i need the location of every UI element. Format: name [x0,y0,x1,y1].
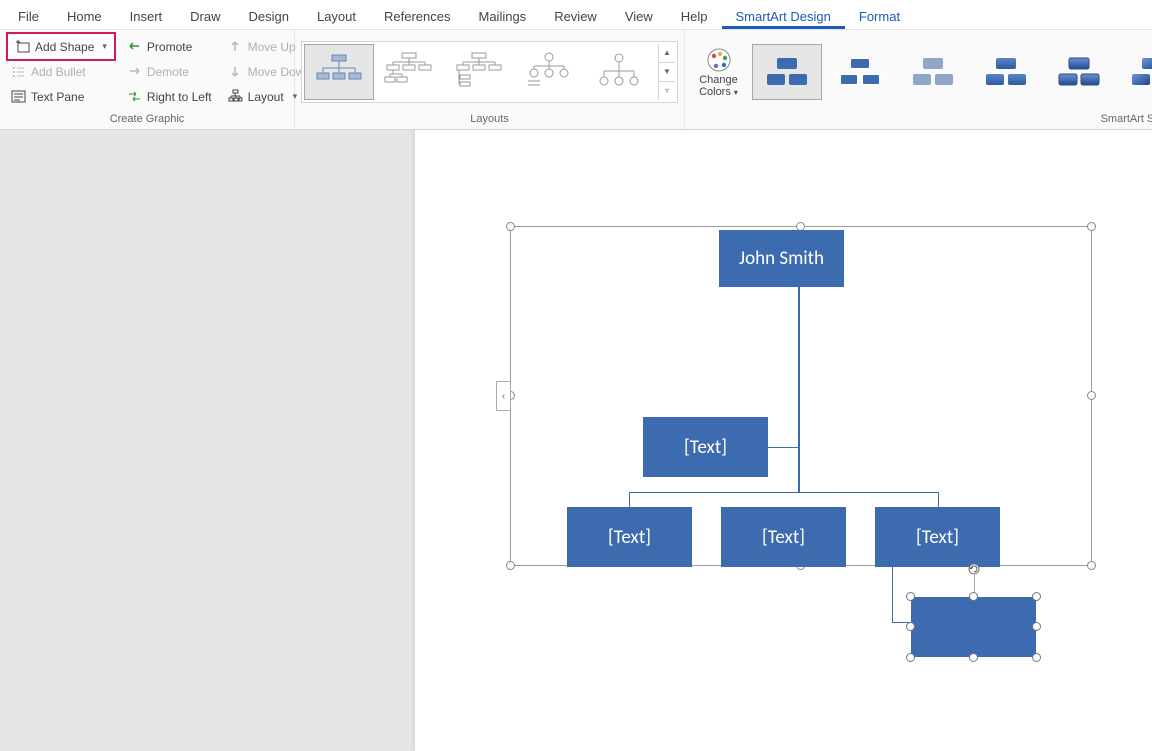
textpane-toggle[interactable]: ‹ [496,381,511,411]
gutter [0,130,415,751]
frame-handle-bl[interactable] [506,561,515,570]
change-colors-icon [705,46,733,74]
style-option-5[interactable] [1044,44,1114,100]
node-top[interactable]: John Smith [719,230,844,287]
right-to-left-button[interactable]: Right to Left [122,87,217,106]
group-layouts: ▲ ▼ ▿ Layouts [295,30,685,129]
frame-handle-tr[interactable] [1087,222,1096,231]
style-option-6[interactable] [1117,44,1152,100]
add-shape-highlight: Add Shape ▾ [6,32,116,61]
demote-label: Demote [147,65,189,79]
style-option-3[interactable] [898,44,968,100]
frame-handle-tl[interactable] [506,222,515,231]
demote-icon [127,64,142,79]
rotate-handle[interactable] [968,563,980,575]
ribbon: Add Shape ▾ Promote Move Up [0,30,1152,130]
style-option-1[interactable] [752,44,822,100]
tab-help[interactable]: Help [667,3,722,29]
node-b[interactable]: [Text] [721,507,846,567]
shape-handle-tm[interactable] [969,592,978,601]
connector-drop-c [938,492,939,507]
change-colors-line1: Change [699,74,738,86]
demote-button: Demote [122,62,217,81]
frame-handle-mr[interactable] [1087,391,1096,400]
change-colors-button[interactable]: Change Colors ▾ [691,44,746,100]
layouts-scroll-up[interactable]: ▲ [659,44,675,63]
selected-new-shape[interactable] [911,597,1036,657]
group-create-graphic: Add Shape ▾ Promote Move Up [0,30,295,129]
add-bullet-label: Add Bullet [31,65,86,79]
add-shape-label: Add Shape [35,40,94,54]
node-a[interactable]: [Text] [567,507,692,567]
group-smartart-styles: Change Colors ▾ SmartArt Styles [685,30,1152,129]
shape-handle-ml[interactable] [906,622,915,631]
tab-file[interactable]: File [4,3,53,29]
tab-mailings[interactable]: Mailings [465,3,541,29]
styles-gallery [752,44,1152,100]
add-shape-button[interactable]: Add Shape [11,37,98,56]
connector-vertical-main [798,287,800,492]
layouts-more[interactable]: ▿ [659,82,675,100]
move-up-icon [228,39,243,54]
tab-home[interactable]: Home [53,3,116,29]
shape-handle-bl[interactable] [906,653,915,662]
connector-horizontal [629,492,939,493]
layout-icon [228,89,243,104]
layout-option-1[interactable] [304,44,374,100]
tab-draw[interactable]: Draw [176,3,234,29]
tab-review[interactable]: Review [540,3,611,29]
add-shape-icon [15,39,30,54]
layouts-scroll-down[interactable]: ▼ [659,63,675,82]
text-pane-label: Text Pane [31,90,84,104]
move-up-label: Move Up [248,40,296,54]
style-option-4[interactable] [971,44,1041,100]
node-assist[interactable]: [Text] [643,417,768,477]
tab-design[interactable]: Design [235,3,303,29]
promote-button[interactable]: Promote [122,37,217,56]
node-c[interactable]: [Text] [875,507,1000,567]
connector-new-v [892,567,893,622]
shape-handle-mr[interactable] [1032,622,1041,631]
add-shape-dropdown[interactable]: ▾ [98,41,111,52]
connector-drop-a [629,492,630,507]
shape-handle-tr[interactable] [1032,592,1041,601]
move-down-icon [228,64,243,79]
new-shape-fill [911,597,1036,657]
workspace: ‹ John Smith [Text] [Text] [Text] [Text] [0,130,1152,751]
smartart-frame[interactable]: ‹ John Smith [Text] [Text] [Text] [Text] [510,226,1092,566]
tab-layout[interactable]: Layout [303,3,370,29]
style-option-2[interactable] [825,44,895,100]
right-to-left-label: Right to Left [147,90,212,104]
change-colors-line2: Colors ▾ [699,86,738,98]
frame-handle-br[interactable] [1087,561,1096,570]
promote-label: Promote [147,40,192,54]
group-label-styles: SmartArt Styles [691,111,1152,128]
shape-handle-bm[interactable] [969,653,978,662]
text-pane-button[interactable]: Text Pane [6,87,116,106]
layouts-scroll: ▲ ▼ ▿ [658,44,675,100]
layout-option-2[interactable] [374,44,444,100]
add-bullet-button: Add Bullet [6,62,116,81]
layouts-gallery: ▲ ▼ ▿ [301,41,678,103]
ribbon-tabs: File Home Insert Draw Design Layout Refe… [0,0,1152,30]
layout-option-3[interactable] [444,44,514,100]
tab-format[interactable]: Format [845,3,914,29]
shape-handle-br[interactable] [1032,653,1041,662]
group-label-layouts: Layouts [301,111,678,128]
layout-option-5[interactable] [584,44,654,100]
group-label-create-graphic: Create Graphic [6,111,288,128]
text-pane-icon [11,89,26,104]
layout-menu-label: Layout [248,90,284,104]
shape-handle-tl[interactable] [906,592,915,601]
layout-option-4[interactable] [514,44,584,100]
tab-view[interactable]: View [611,3,667,29]
tab-references[interactable]: References [370,3,464,29]
right-to-left-icon [127,89,142,104]
add-bullet-icon [11,64,26,79]
document-page[interactable]: ‹ John Smith [Text] [Text] [Text] [Text] [415,130,1152,751]
tab-insert[interactable]: Insert [116,3,177,29]
promote-icon [127,39,142,54]
tab-smartart-design[interactable]: SmartArt Design [722,3,845,29]
